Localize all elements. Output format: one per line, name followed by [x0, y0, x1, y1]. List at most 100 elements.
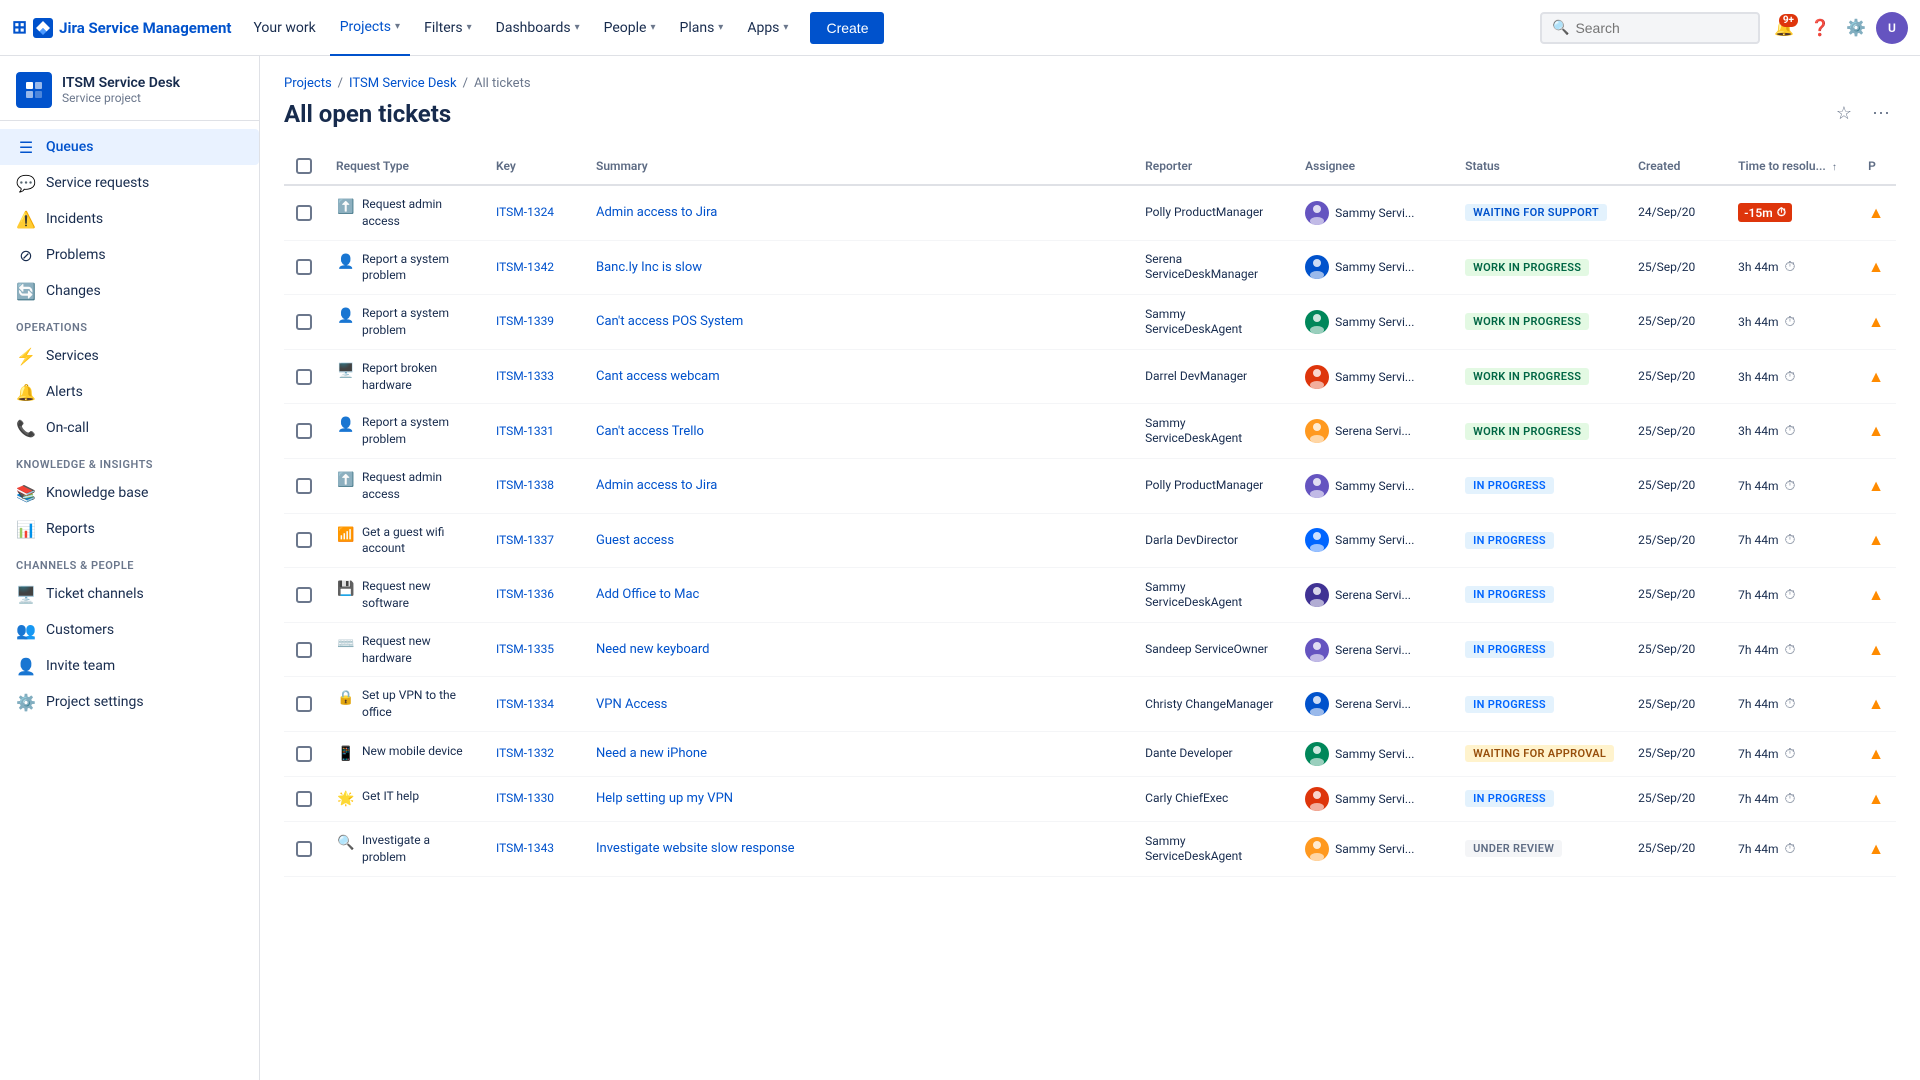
table-row: 🔒 Set up VPN to the office ITSM-1334 VPN…	[284, 677, 1896, 732]
sidebar-item-project-settings[interactable]: ⚙️ Project settings	[0, 684, 259, 720]
sidebar-item-invite-team[interactable]: 👤 Invite team	[0, 648, 259, 684]
sidebar-item-queues[interactable]: ☰ Queues	[0, 129, 259, 165]
nav-people[interactable]: People ▾	[594, 0, 666, 56]
row-checkbox[interactable]	[296, 532, 312, 548]
col-header-assignee[interactable]: Assignee	[1293, 148, 1453, 185]
status-badge: IN PROGRESS	[1465, 532, 1554, 549]
ticket-key[interactable]: ITSM-1324	[496, 205, 554, 219]
col-header-time[interactable]: Time to resolu... ↑	[1726, 148, 1856, 185]
nav-projects[interactable]: Projects ▾	[330, 0, 410, 56]
nav-filters[interactable]: Filters ▾	[414, 0, 482, 56]
status-badge: IN PROGRESS	[1465, 790, 1554, 807]
sidebar-item-changes[interactable]: 🔄 Changes	[0, 273, 259, 309]
sidebar-item-knowledge-base[interactable]: 📚 Knowledge base	[0, 475, 259, 511]
col-header-priority[interactable]: P	[1856, 148, 1896, 185]
project-name: ITSM Service Desk	[62, 75, 180, 91]
star-button[interactable]: ☆	[1830, 99, 1858, 128]
sidebar-item-services[interactable]: ⚡ Services	[0, 338, 259, 374]
row-checkbox[interactable]	[296, 259, 312, 275]
row-checkbox[interactable]	[296, 746, 312, 762]
col-header-key[interactable]: Key	[484, 148, 584, 185]
nav-apps[interactable]: Apps ▾	[737, 0, 798, 56]
sidebar-item-incidents[interactable]: ⚠️ Incidents	[0, 201, 259, 237]
ticket-summary[interactable]: Need a new iPhone	[596, 746, 707, 761]
ticket-summary[interactable]: Can't access POS System	[596, 314, 743, 329]
ticket-summary[interactable]: Investigate website slow response	[596, 841, 795, 856]
ticket-key[interactable]: ITSM-1337	[496, 533, 554, 547]
ticket-key[interactable]: ITSM-1333	[496, 369, 554, 383]
nav-your-work[interactable]: Your work	[243, 0, 325, 56]
user-avatar[interactable]: U	[1876, 12, 1908, 44]
ticket-summary[interactable]: Banc.ly Inc is slow	[596, 260, 702, 275]
ticket-key[interactable]: ITSM-1335	[496, 642, 554, 656]
sidebar-item-customers[interactable]: 👥 Customers	[0, 612, 259, 648]
assignee-cell: Sammy Servi...	[1305, 201, 1441, 225]
request-type-cell: 💾 Request new software	[336, 578, 472, 612]
create-button[interactable]: Create	[810, 12, 884, 44]
ticket-summary[interactable]: Admin access to Jira	[596, 205, 717, 220]
breadcrumb-itsm[interactable]: ITSM Service Desk	[349, 76, 457, 91]
row-checkbox[interactable]	[296, 205, 312, 221]
row-checkbox[interactable]	[296, 642, 312, 658]
nav-plans[interactable]: Plans ▾	[669, 0, 733, 56]
row-checkbox[interactable]	[296, 314, 312, 330]
ticket-summary[interactable]: VPN Access	[596, 697, 667, 712]
sidebar-item-service-requests[interactable]: 💬 Service requests	[0, 165, 259, 201]
row-checkbox[interactable]	[296, 423, 312, 439]
ticket-summary[interactable]: Help setting up my VPN	[596, 791, 733, 806]
request-type-cell: 🔒 Set up VPN to the office	[336, 687, 472, 721]
request-type-icon: ⬆️	[336, 470, 356, 490]
ticket-summary[interactable]: Add Office to Mac	[596, 587, 699, 602]
sidebar-item-alerts[interactable]: 🔔 Alerts	[0, 374, 259, 410]
search-input[interactable]	[1575, 20, 1748, 36]
help-button[interactable]: ❓	[1804, 12, 1836, 44]
ticket-summary[interactable]: Admin access to Jira	[596, 478, 717, 493]
ticket-key[interactable]: ITSM-1331	[496, 424, 554, 438]
problems-icon: ⊘	[16, 245, 36, 265]
row-checkbox[interactable]	[296, 478, 312, 494]
request-type-icon: 🔍	[336, 833, 356, 853]
table-row: 💾 Request new software ITSM-1336 Add Off…	[284, 568, 1896, 623]
chevron-down-icon: ▾	[467, 22, 472, 33]
ticket-summary[interactable]: Cant access webcam	[596, 369, 720, 384]
ticket-key[interactable]: ITSM-1332	[496, 746, 554, 760]
ticket-key[interactable]: ITSM-1330	[496, 791, 554, 805]
col-header-request-type[interactable]: Request Type	[324, 148, 484, 185]
col-header-summary[interactable]: Summary	[584, 148, 1133, 185]
col-header-reporter[interactable]: Reporter	[1133, 148, 1293, 185]
ticket-summary[interactable]: Need new keyboard	[596, 642, 710, 657]
app-logo[interactable]: ⊞ Jira Service Management	[12, 17, 231, 38]
sidebar-item-problems[interactable]: ⊘ Problems	[0, 237, 259, 273]
row-checkbox[interactable]	[296, 841, 312, 857]
settings-button[interactable]: ⚙️	[1840, 12, 1872, 44]
col-header-status[interactable]: Status	[1453, 148, 1626, 185]
row-checkbox[interactable]	[296, 369, 312, 385]
ticket-summary[interactable]: Can't access Trello	[596, 424, 704, 439]
ticket-key[interactable]: ITSM-1343	[496, 841, 554, 855]
ticket-key[interactable]: ITSM-1334	[496, 697, 554, 711]
assignee-avatar	[1305, 255, 1329, 279]
ticket-key[interactable]: ITSM-1339	[496, 314, 554, 328]
select-all-checkbox[interactable]	[296, 158, 312, 174]
breadcrumb-projects[interactable]: Projects	[284, 76, 332, 91]
col-header-checkbox[interactable]	[284, 148, 324, 185]
row-checkbox[interactable]	[296, 791, 312, 807]
sidebar-item-on-call[interactable]: 📞 On-call	[0, 410, 259, 446]
clock-icon: ⏱	[1785, 642, 1796, 658]
row-checkbox[interactable]	[296, 696, 312, 712]
ticket-key[interactable]: ITSM-1338	[496, 478, 554, 492]
ticket-key[interactable]: ITSM-1342	[496, 260, 554, 274]
sidebar-item-ticket-channels[interactable]: 🖥️ Ticket channels	[0, 576, 259, 612]
notifications-button[interactable]: 🔔 9+	[1768, 12, 1800, 44]
clock-icon: ⏱	[1785, 696, 1796, 712]
row-checkbox[interactable]	[296, 587, 312, 603]
more-options-button[interactable]: ⋯	[1866, 99, 1896, 128]
ticket-summary[interactable]: Guest access	[596, 533, 674, 548]
table-row: 📶 Get a guest wifi account ITSM-1337 Gue…	[284, 513, 1896, 568]
col-header-created[interactable]: Created	[1626, 148, 1726, 185]
search-box[interactable]: 🔍	[1540, 12, 1760, 44]
nav-dashboards[interactable]: Dashboards ▾	[486, 0, 590, 56]
sidebar-item-reports[interactable]: 📊 Reports	[0, 511, 259, 547]
ticket-key[interactable]: ITSM-1336	[496, 587, 554, 601]
request-type-cell: 👤 Report a system problem	[336, 414, 472, 448]
